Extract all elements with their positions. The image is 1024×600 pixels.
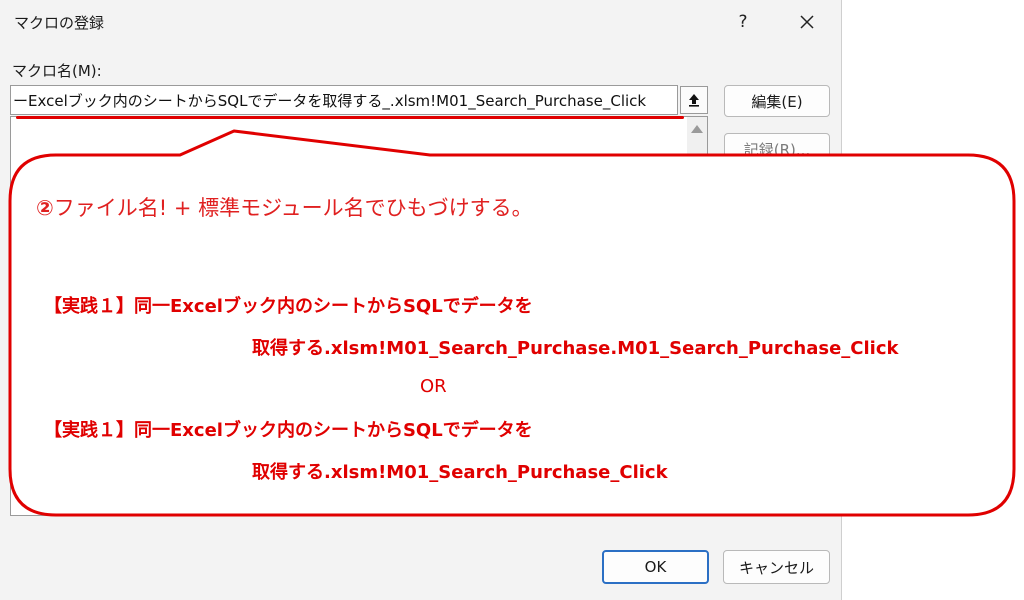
highlight-underline xyxy=(16,116,684,119)
help-button[interactable]: ? xyxy=(727,6,759,38)
macro-list[interactable] xyxy=(10,116,708,516)
cancel-button[interactable]: キャンセル xyxy=(723,550,830,584)
dialog-title: マクロの登録 xyxy=(14,14,105,32)
record-button[interactable]: 記録(R)... xyxy=(724,133,830,165)
upload-button[interactable] xyxy=(680,86,708,114)
close-icon xyxy=(800,15,814,29)
list-scrollbar[interactable] xyxy=(687,117,707,515)
upload-arrow-icon xyxy=(689,94,699,107)
ok-button[interactable]: OK xyxy=(602,550,709,584)
macro-name-label: マクロ名(M): xyxy=(12,62,102,80)
macro-name-input[interactable] xyxy=(10,85,678,115)
close-button[interactable] xyxy=(788,6,826,38)
title-bar: マクロの登録 ? xyxy=(0,0,842,44)
assign-macro-dialog: マクロの登録 ? マクロ名(M): 編集(E) 記録(R)... OK キャンセ… xyxy=(0,0,842,600)
scroll-up-arrow-icon[interactable] xyxy=(691,125,703,133)
edit-button[interactable]: 編集(E) xyxy=(724,85,830,117)
